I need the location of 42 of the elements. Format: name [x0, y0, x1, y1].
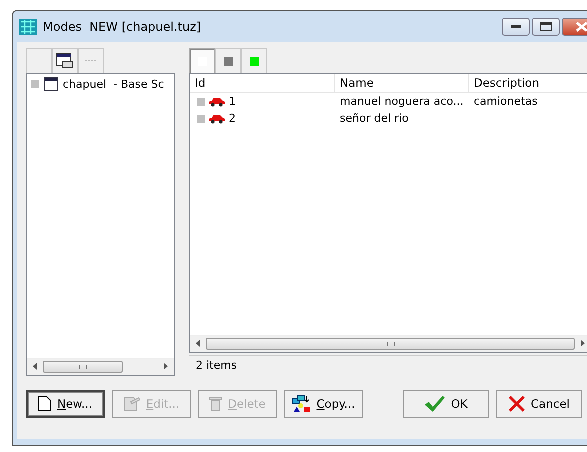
x-mark-icon — [508, 395, 526, 413]
close-icon — [576, 22, 587, 32]
left-arrow-icon[interactable] — [196, 340, 200, 346]
window-title: Modes NEW [chapuel.tuz] — [43, 20, 202, 34]
car-icon — [208, 114, 226, 124]
table-cell-text: camionetas — [473, 95, 539, 108]
table-cell-text: manuel noguera aco... — [339, 95, 465, 108]
cancel-button[interactable]: Cancel — [496, 390, 582, 418]
table-cell: 2 — [229, 112, 236, 125]
table-cell-text: señor del rio — [339, 112, 410, 125]
trash-icon — [209, 396, 224, 412]
network-icon — [292, 395, 312, 413]
car-icon — [208, 96, 226, 106]
grid-app-icon — [19, 18, 37, 34]
column-header[interactable]: Name — [335, 74, 469, 92]
horizontal-scrollbar[interactable] — [27, 358, 174, 375]
maximize-button[interactable] — [532, 18, 560, 36]
checkmark-icon — [424, 395, 446, 413]
view-mode-button[interactable] — [215, 48, 241, 73]
status-text: 2 items — [189, 355, 587, 376]
table-cell: 1 — [229, 95, 236, 108]
calendar-button[interactable] — [52, 48, 78, 73]
tree-item[interactable]: chapuel - Base Sc — [63, 78, 164, 90]
column-header[interactable]: Description — [469, 74, 587, 92]
left-arrow-icon[interactable] — [33, 362, 37, 370]
ok-button[interactable]: OK — [403, 390, 489, 418]
horizontal-scrollbar[interactable] — [190, 335, 587, 352]
checkbox[interactable] — [197, 114, 205, 122]
right-arrow-icon[interactable] — [164, 362, 168, 370]
new-button[interactable]: New... — [26, 390, 105, 418]
copy-button[interactable]: Copy... — [284, 390, 363, 418]
minimize-icon — [511, 24, 521, 28]
checkbox[interactable] — [197, 98, 205, 106]
page-icon — [38, 396, 52, 412]
right-arrow-icon[interactable] — [581, 340, 585, 346]
column-header[interactable]: Id — [190, 74, 335, 92]
checkbox[interactable] — [31, 80, 39, 88]
dashed-line-icon — [84, 58, 98, 64]
document-icon — [123, 396, 142, 412]
view-mode-button[interactable] — [189, 48, 215, 73]
maximize-icon — [540, 22, 552, 31]
minimize-button[interactable] — [502, 18, 530, 36]
